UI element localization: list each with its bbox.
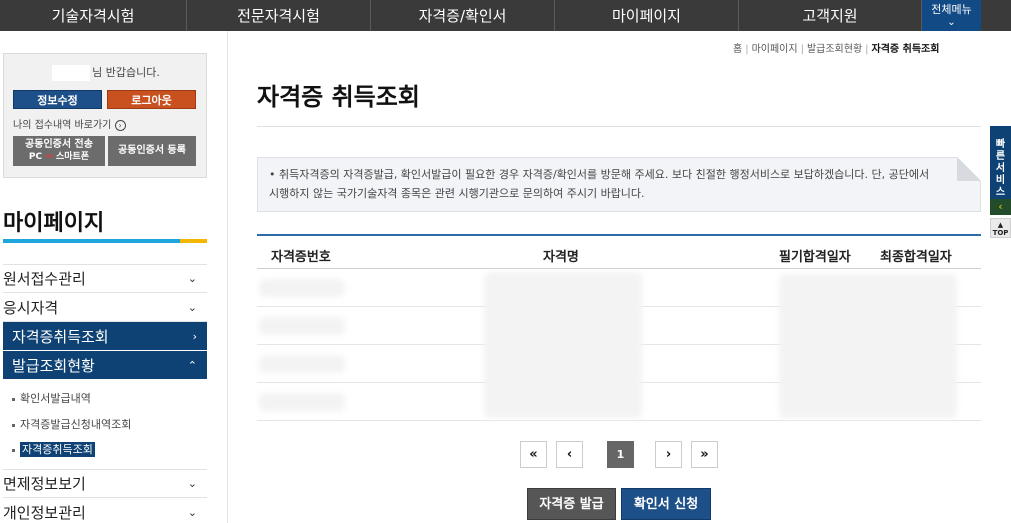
chevron-down-icon: ⌄ <box>187 477 197 490</box>
chevron-down-icon: ⌄ <box>947 17 956 28</box>
title-underline <box>3 239 207 243</box>
cert-issue-button[interactable]: 자격증 발급 <box>527 488 616 520</box>
header-final-pass-date: 최종합격일자 <box>880 250 952 265</box>
title-underline-accent <box>180 239 207 243</box>
header-written-pass-date: 필기합격일자 <box>779 250 851 265</box>
submenu-cert-acquisition-lookup[interactable]: 자격증취득조회 <box>12 441 95 457</box>
breadcrumb-current: 자격증 취득조회 <box>871 44 940 55</box>
login-box: 님 반갑습니다. 정보수정 로그아웃 나의 접수내역 바로가기 › 공동인증서 … <box>3 53 207 178</box>
sidebar-item-label: 발급조회현황 <box>12 356 95 375</box>
bullet-icon <box>12 448 15 452</box>
breadcrumb-separator: | <box>745 44 749 55</box>
greeting-text: 님 반갑습니다. <box>92 66 160 79</box>
sidebar-item-label: 면제정보보기 <box>3 475 86 493</box>
arrow-right-icon: ⇒ <box>45 152 53 162</box>
all-menu-label: 전체메뉴 <box>931 3 972 16</box>
nav-customer-support[interactable]: 고객지원 <box>739 0 922 31</box>
prev-page-button[interactable]: ‹ <box>556 441 583 468</box>
breadcrumb-issuance[interactable]: 발급조회현황 <box>807 44 862 55</box>
chevron-right-icon: › <box>192 329 197 343</box>
breadcrumb-separator: | <box>865 44 869 55</box>
sidebar-item-label: 원서접수관리 <box>3 270 86 288</box>
chevron-down-icon: ⌄ <box>187 272 197 285</box>
chevron-up-icon: ⌃ <box>187 358 197 372</box>
bullet-icon: • <box>269 168 276 181</box>
submenu-label: 확인서발급내역 <box>20 392 91 405</box>
redacted-cell <box>259 279 345 297</box>
notice-text: 취득자격증의 자격증발급, 확인서발급이 필요한 경우 자격증/확인서를 방문해… <box>269 168 930 200</box>
redacted-cell <box>259 393 345 411</box>
chevron-left-icon[interactable]: ‹ <box>990 199 1011 215</box>
page-1-button[interactable]: 1 <box>607 441 634 468</box>
nav-professional-exam[interactable]: 전문자격시험 <box>187 0 371 31</box>
top-navigation: 기술자격시험 전문자격시험 자격증/확인서 마이페이지 고객지원 전체메뉴 ⌄ <box>0 0 1011 31</box>
shortcut-label: 나의 접수내역 바로가기 <box>13 120 112 131</box>
redacted-cell <box>259 355 345 373</box>
notice-box: • 취득자격증의 자격증발급, 확인서발급이 필요한 경우 자격증/확인서를 방… <box>257 157 981 212</box>
logout-button[interactable]: 로그아웃 <box>107 90 196 109</box>
cert-send-button[interactable]: 공동인증서 전송 PC ⇒ 스마트폰 <box>13 136 105 166</box>
sidebar-item-label: 개인정보관리 <box>3 503 86 522</box>
sidebar-item-personal-info[interactable]: 개인정보관리 ⌄ <box>3 498 207 523</box>
table-header: 자격증번호 자격명 필기합격일자 최종합격일자 <box>257 234 981 269</box>
quick-service-label: 빠른서비스 <box>995 139 1006 198</box>
sidebar-item-issuance-status[interactable]: 발급조회현황 ⌃ <box>3 351 207 380</box>
redacted-cert-names <box>484 272 642 418</box>
page-title: 자격증 취득조회 <box>257 83 420 111</box>
first-page-button[interactable]: « <box>520 441 547 468</box>
pc-label: PC <box>28 152 43 162</box>
submenu-label: 자격증발급신청내역조회 <box>20 418 132 431</box>
submenu-cert-application-lookup[interactable]: 자격증발급신청내역조회 <box>12 416 131 432</box>
chevron-down-icon: ⌄ <box>187 300 197 314</box>
header-cert-number: 자격증번호 <box>271 250 331 265</box>
top-label: TOP <box>992 229 1009 237</box>
cert-send-sub: PC ⇒ 스마트폰 <box>13 151 105 163</box>
divider <box>257 126 981 127</box>
edit-info-button[interactable]: 정보수정 <box>13 90 102 109</box>
chevron-down-icon: ⌄ <box>187 505 197 519</box>
next-page-button[interactable]: › <box>655 441 682 468</box>
nav-mypage[interactable]: 마이페이지 <box>555 0 739 31</box>
bullet-icon <box>12 423 15 427</box>
redacted-cell <box>259 317 345 335</box>
greeting: 님 반갑습니다. <box>4 64 208 81</box>
header-cert-name: 자격명 <box>543 250 579 265</box>
breadcrumb-separator: | <box>800 44 804 55</box>
caret-up-icon: ▲ <box>997 221 1004 229</box>
submenu-confirmation-history[interactable]: 확인서발급내역 <box>12 390 91 406</box>
all-menu-button[interactable]: 전체메뉴 ⌄ <box>922 0 981 31</box>
sidebar-item-eligibility[interactable]: 응시자격 ⌄ <box>3 293 207 322</box>
nav-certificate[interactable]: 자격증/확인서 <box>371 0 555 31</box>
bullet-icon <box>12 397 15 401</box>
breadcrumb: 홈 | 마이페이지 | 발급조회현황 | 자격증 취득조회 <box>733 40 939 55</box>
page-fold-icon <box>957 157 981 181</box>
sidebar-item-label: 응시자격 <box>3 298 59 317</box>
sidebar-item-exemption-info[interactable]: 면제정보보기 ⌄ <box>3 469 207 498</box>
sidebar-item-label: 자격증취득조회 <box>12 327 109 346</box>
chevron-right-icon: › <box>114 119 126 131</box>
sidebar-item-application-management[interactable]: 원서접수관리 ⌄ <box>3 264 207 293</box>
confirmation-apply-button[interactable]: 확인서 신청 <box>621 488 711 520</box>
sidebar-title: 마이페이지 <box>3 211 105 236</box>
cert-register-button[interactable]: 공동인증서 등록 <box>108 136 196 166</box>
scroll-top-button[interactable]: ▲ TOP <box>990 218 1011 238</box>
smartphone-label: 스마트폰 <box>55 152 90 162</box>
submenu-label: 자격증취득조회 <box>20 442 95 457</box>
redacted-dates <box>779 274 957 418</box>
nav-technical-exam[interactable]: 기술자격시험 <box>0 0 187 31</box>
application-shortcut-link[interactable]: 나의 접수내역 바로가기 › <box>13 116 126 131</box>
last-page-button[interactable]: » <box>691 441 718 468</box>
cert-send-label: 공동인증서 전송 <box>25 139 93 150</box>
breadcrumb-mypage[interactable]: 마이페이지 <box>752 44 798 55</box>
sidebar-item-certificate-lookup[interactable]: 자격증취득조회 › <box>3 322 207 351</box>
user-name-placeholder <box>52 65 91 81</box>
breadcrumb-home[interactable]: 홈 <box>733 44 742 55</box>
